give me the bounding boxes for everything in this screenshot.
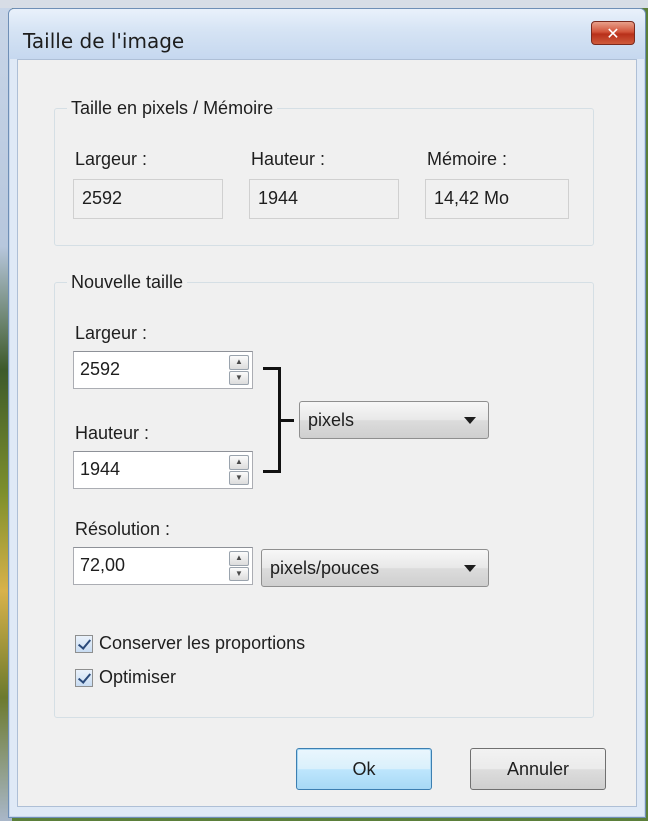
spin-up-icon[interactable]: ▲: [229, 355, 249, 370]
resolution-spinner[interactable]: ▲ ▼: [229, 551, 249, 581]
resolution-unit-dropdown[interactable]: pixels/pouces: [261, 549, 489, 587]
size-unit-dropdown[interactable]: pixels: [299, 401, 489, 439]
new-width-field[interactable]: ▲ ▼: [73, 351, 253, 389]
pixel-size-group-legend: Taille en pixels / Mémoire: [67, 98, 278, 119]
dialog-title: Taille de l'image: [23, 29, 185, 53]
optimize-label[interactable]: Optimiser: [99, 667, 176, 688]
current-width-text: 2592: [82, 188, 123, 208]
ok-button[interactable]: Ok: [296, 748, 432, 790]
bracket-middle: [278, 419, 294, 422]
current-height-value: 1944: [249, 179, 399, 219]
new-width-input[interactable]: [74, 352, 220, 386]
close-button[interactable]: ✕: [591, 21, 635, 45]
new-height-label: Hauteur :: [75, 423, 150, 443]
current-height-text: 1944: [258, 188, 299, 208]
title-bar[interactable]: Taille de l'image ✕: [9, 9, 645, 59]
new-height-input[interactable]: [74, 452, 220, 486]
current-height-label: Hauteur :: [251, 149, 326, 169]
new-size-group-legend: Nouvelle taille: [67, 272, 188, 293]
desktop-top-edge: [0, 0, 648, 8]
cancel-button[interactable]: Annuler: [470, 748, 606, 790]
optimize-checkbox[interactable]: [75, 669, 93, 687]
new-height-field[interactable]: ▲ ▼: [73, 451, 253, 489]
memory-text: 14,42 Mo: [434, 188, 510, 208]
new-width-label: Largeur :: [75, 323, 148, 343]
new-width-spinner[interactable]: ▲ ▼: [229, 355, 249, 385]
size-unit-selected: pixels: [308, 410, 355, 430]
current-width-label: Largeur :: [75, 149, 148, 169]
new-height-spinner[interactable]: ▲ ▼: [229, 455, 249, 485]
chevron-down-icon: [464, 417, 476, 424]
close-icon: ✕: [606, 23, 620, 43]
resolution-input[interactable]: [74, 548, 220, 582]
resolution-label: Résolution :: [75, 519, 171, 539]
keep-proportions-checkbox[interactable]: [75, 635, 93, 653]
pixel-size-group: Taille en pixels / Mémoire Largeur : 259…: [54, 98, 594, 246]
chevron-down-icon: [464, 565, 476, 572]
spin-up-icon[interactable]: ▲: [229, 551, 249, 566]
new-size-group: Nouvelle taille Largeur : ▲ ▼ Hauteur : …: [54, 272, 594, 718]
current-width-value: 2592: [73, 179, 223, 219]
keep-proportions-label[interactable]: Conserver les proportions: [99, 633, 305, 654]
resolution-field[interactable]: ▲ ▼: [73, 547, 253, 585]
spin-down-icon[interactable]: ▼: [229, 470, 249, 485]
spin-down-icon[interactable]: ▼: [229, 566, 249, 581]
bracket-bottom: [263, 470, 281, 473]
image-size-dialog: Taille de l'image ✕ Taille en pixels / M…: [8, 8, 646, 818]
resolution-unit-selected: pixels/pouces: [270, 558, 380, 578]
memory-label: Mémoire :: [427, 149, 508, 169]
spin-down-icon[interactable]: ▼: [229, 370, 249, 385]
spin-up-icon[interactable]: ▲: [229, 455, 249, 470]
dialog-body: Taille en pixels / Mémoire Largeur : 259…: [17, 59, 637, 807]
memory-value: 14,42 Mo: [425, 179, 569, 219]
